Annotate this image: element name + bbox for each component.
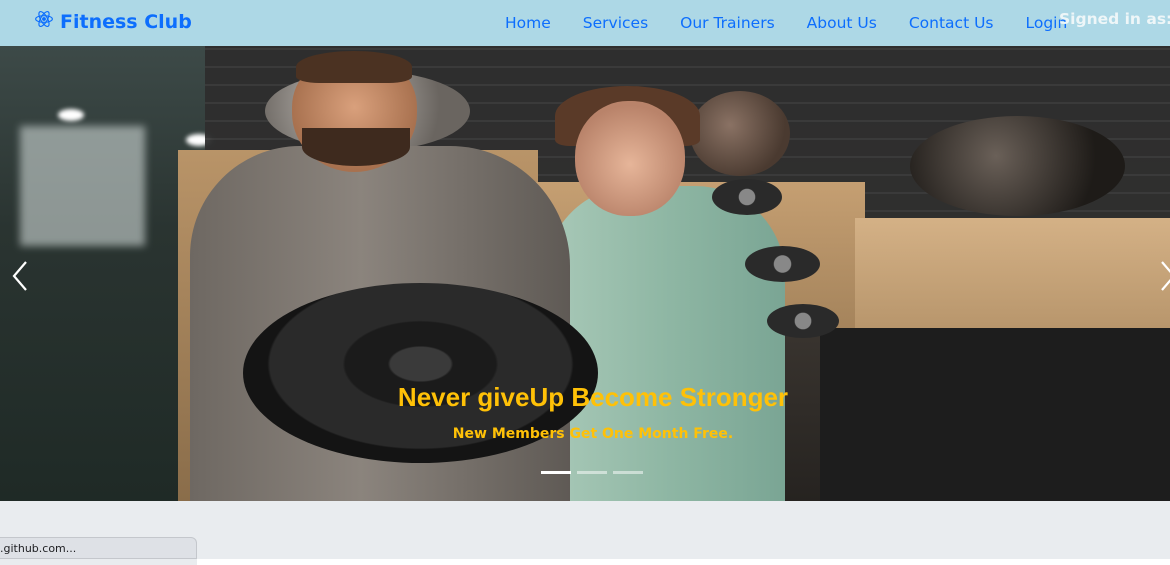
- hero-carousel: Never giveUp Become Stronger New Members…: [0, 46, 1170, 501]
- brand-name: Fitness Club: [60, 10, 192, 33]
- nav-contact-us[interactable]: Contact Us: [909, 14, 994, 32]
- carousel-prev-button[interactable]: [6, 256, 36, 296]
- signed-in-label: Signed in as:: [1059, 10, 1170, 28]
- brand-link[interactable]: Fitness Club: [34, 9, 192, 34]
- carousel-indicators: [541, 471, 643, 474]
- carousel-caption-title: Never giveUp Become Stronger: [397, 382, 789, 412]
- carousel-indicator-1[interactable]: [541, 471, 571, 474]
- navbar: Fitness Club Home Services Our Trainers …: [0, 0, 1170, 46]
- chevron-left-icon: [6, 261, 36, 300]
- nav-about-us[interactable]: About Us: [807, 14, 877, 32]
- chevron-right-icon: [1152, 261, 1170, 300]
- nav-links: Home Services Our Trainers About Us Cont…: [505, 0, 1099, 46]
- atom-icon: [34, 9, 54, 34]
- carousel-next-button[interactable]: [1152, 256, 1170, 296]
- page-bottom-band: [197, 559, 1170, 565]
- carousel-caption-subtitle: New Members Get One Month Free.: [452, 426, 734, 442]
- nav-services[interactable]: Services: [583, 14, 648, 32]
- carousel-indicator-2[interactable]: [577, 471, 607, 474]
- nav-our-trainers[interactable]: Our Trainers: [680, 14, 775, 32]
- browser-status-url: .github.com...: [0, 537, 197, 559]
- nav-home[interactable]: Home: [505, 14, 551, 32]
- carousel-indicator-3[interactable]: [613, 471, 643, 474]
